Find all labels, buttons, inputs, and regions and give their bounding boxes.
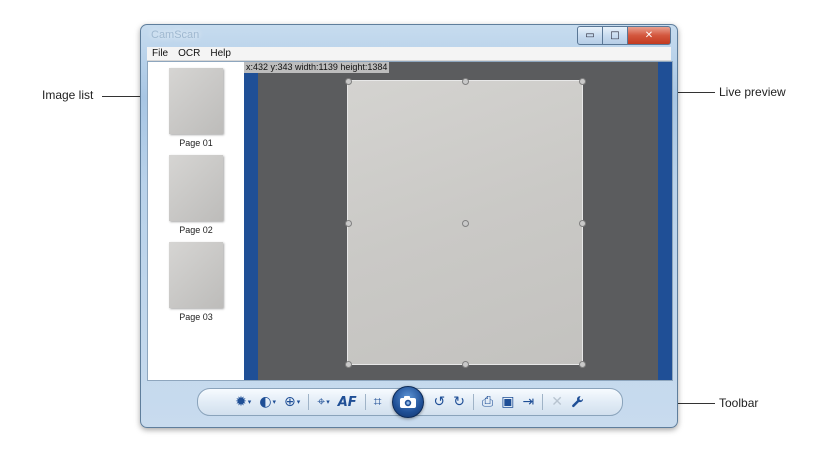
app-title: CamScan [151,29,200,41]
crop-handle-top-left[interactable] [345,78,352,85]
settings-button[interactable] [571,391,585,413]
page-thumbnail[interactable] [169,242,223,308]
toolbar-separator [542,394,544,410]
callout-toolbar: Toolbar [719,396,759,410]
export-button[interactable]: ⇥ [522,391,534,413]
save-button[interactable]: ▣ [501,391,514,413]
toolbar-separator [473,394,475,410]
minimize-icon: ▭ [585,30,595,41]
focus-icon: ⌖ [317,394,326,410]
print-button[interactable]: ⎙ [482,391,493,413]
crop-handle-top[interactable] [462,78,469,85]
callout-image-list: Image list [42,88,94,102]
export-icon: ⇥ [522,394,535,410]
crop-handle-bottom-left[interactable] [345,361,352,368]
save-icon: ▣ [501,394,515,410]
chevron-down-icon: ▾ [272,398,277,406]
client-area: Page 01 Page 02 Page 03 x:432 y:343 widt… [147,61,673,381]
maximize-button[interactable]: □ [603,26,628,45]
preview-frame-left [244,62,258,380]
callout-live-preview: Live preview [719,85,786,99]
close-icon: ✕ [644,30,654,41]
rotate-left-icon: ↺ [433,394,446,410]
print-icon: ⎙ [482,394,494,410]
menu-file[interactable]: File [147,48,173,59]
toolbar-separator [364,394,366,410]
menu-bar: File OCR Help [147,47,671,61]
crop-handle-left[interactable] [345,219,352,227]
window-controls: ▭ □ ✕ [577,26,671,45]
menu-ocr[interactable]: OCR [173,48,205,59]
crop-region[interactable] [345,78,586,368]
wrench-icon [572,396,583,408]
fit-icon: ⌗ [373,394,382,410]
autofocus-button[interactable]: AF [338,391,357,413]
fit-to-view-button[interactable]: ⌗ [374,391,382,413]
page-thumbnail[interactable] [169,155,223,221]
capture-button[interactable] [391,386,424,418]
crop-handle-center[interactable] [462,219,469,227]
crop-coordinates-readout: x:432 y:343 width:1139 height:1384 [244,62,390,73]
toolbar: ✹ ▾ ◐ ▾ ⊕ ▾ ⌖ ▾ AF ⌗ ↺ ↻ ⎙ ▣ ⇥ ✕ [197,386,623,418]
crop-handle-bottom[interactable] [462,361,469,368]
image-list[interactable]: Page 01 Page 02 Page 03 [148,62,245,380]
preview-frame-right [658,62,672,380]
toolbar-separator [308,394,310,410]
contrast-button[interactable]: ◐ ▾ [259,391,276,413]
contrast-icon: ◐ [259,394,272,410]
maximize-icon: □ [610,30,620,41]
zoom-icon: ⊕ [284,394,296,410]
brightness-icon: ✹ [235,394,247,410]
thumbnail-label: Page 01 [179,138,213,148]
crop-handle-top-right[interactable] [579,78,586,85]
focus-button[interactable]: ⌖ ▾ [317,391,329,413]
rotate-right-icon: ↻ [453,394,466,410]
minimize-button[interactable]: ▭ [577,26,603,45]
delete-icon: ✕ [551,394,563,410]
thumbnail-label: Page 03 [179,312,213,322]
title-bar[interactable]: CamScan ▭ □ ✕ [141,25,677,47]
close-button[interactable]: ✕ [628,26,671,45]
crop-handle-right[interactable] [579,219,586,227]
brightness-button[interactable]: ✹ ▾ [235,391,251,413]
zoom-button[interactable]: ⊕ ▾ [284,391,300,413]
chevron-down-icon: ▾ [326,398,330,406]
menu-help[interactable]: Help [205,48,236,59]
page-thumbnail[interactable] [169,68,223,134]
rotate-right-button[interactable]: ↻ [453,391,465,413]
camera-icon [399,396,416,408]
thumbnail-label: Page 02 [179,225,213,235]
crop-handle-bottom-right[interactable] [579,361,586,368]
chevron-down-icon: ▾ [247,398,252,406]
rotate-left-button[interactable]: ↺ [434,391,446,413]
live-preview[interactable]: x:432 y:343 width:1139 height:1384 [244,62,672,380]
app-window: CamScan ▭ □ ✕ File OCR Help Page 01 Page… [140,24,678,428]
chevron-down-icon: ▾ [296,398,301,406]
delete-button[interactable]: ✕ [551,391,563,413]
